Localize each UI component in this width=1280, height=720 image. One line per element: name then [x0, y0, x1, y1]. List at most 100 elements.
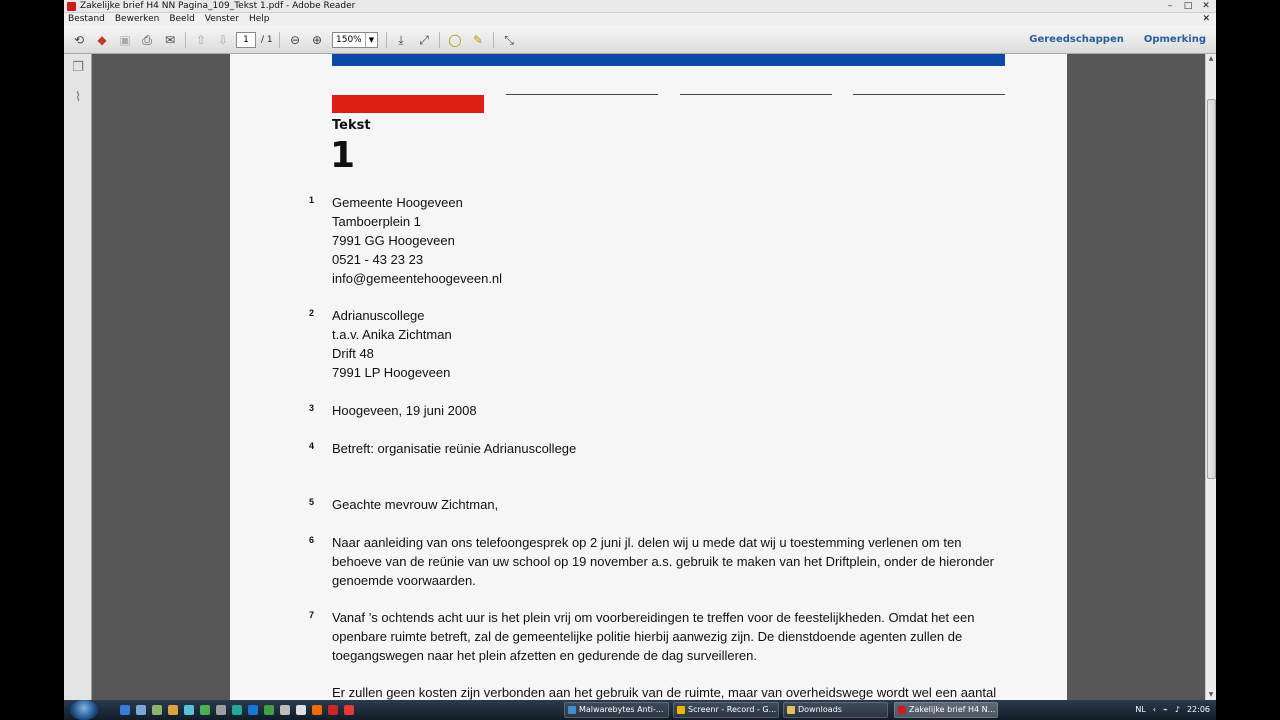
quicklaunch-icon[interactable]	[312, 705, 322, 715]
quicklaunch-icon[interactable]	[280, 705, 290, 715]
tray-expand-icon[interactable]: ‹	[1153, 700, 1156, 720]
section-number: 1	[309, 195, 315, 205]
next-page-icon[interactable]: ⇩	[214, 31, 232, 49]
menu-bestand[interactable]: Bestand	[68, 13, 105, 26]
navigation-panel: ❐ ⌇	[64, 54, 92, 700]
save-icon[interactable]: ▣	[116, 31, 134, 49]
scroll-down-icon[interactable]: ▼	[1206, 690, 1216, 700]
expand-icon[interactable]: ⤡	[500, 31, 518, 49]
recipient-line: Adrianuscollege	[332, 308, 425, 323]
page-total: / 1	[261, 35, 273, 45]
window-title: Zakelijke brief H4 NN Pagina_109_Tekst 1…	[80, 1, 356, 11]
quicklaunch-icon[interactable]	[120, 705, 130, 715]
sender-line: 0521 - 43 23 23	[332, 252, 424, 267]
print-icon[interactable]: ⎙	[138, 31, 156, 49]
export-pdf-icon[interactable]: ◆	[93, 31, 111, 49]
adobe-reader-icon	[67, 2, 76, 11]
volume-icon[interactable]: ♪	[1175, 700, 1180, 720]
menu-help[interactable]: Help	[249, 13, 270, 26]
body-line: Er zullen geen kosten zijn verbonden aan…	[332, 685, 997, 700]
quicklaunch-icon[interactable]	[328, 705, 338, 715]
taskbar: Malwarebytes Anti-... Screenr - Record -…	[64, 700, 1216, 720]
quicklaunch-icon[interactable]	[184, 705, 194, 715]
pages-icon[interactable]: ❐	[70, 60, 86, 76]
quicklaunch-icon[interactable]	[136, 705, 146, 715]
create-pdf-icon[interactable]: ⟲	[70, 31, 88, 49]
title-bar: Zakelijke brief H4 NN Pagina_109_Tekst 1…	[64, 0, 1216, 13]
attachments-icon[interactable]: ⌇	[70, 90, 86, 106]
comment-icon[interactable]: ◯	[446, 31, 464, 49]
close-window-button[interactable]: ✕	[1200, 1, 1212, 11]
toolbar-divider	[493, 32, 494, 48]
zoom-in-icon[interactable]: ⊕	[308, 31, 326, 49]
quicklaunch-icon[interactable]	[200, 705, 210, 715]
folder-icon	[787, 706, 795, 714]
quicklaunch-icon[interactable]	[248, 705, 258, 715]
chevron-down-icon[interactable]: ▼	[365, 33, 377, 47]
taskbar-item-adobe-reader[interactable]: Zakelijke brief H4 N...	[894, 702, 998, 718]
text-label: Tekst	[332, 118, 371, 133]
taskbar-item-downloads[interactable]: Downloads	[783, 702, 888, 718]
quicklaunch-icon[interactable]	[264, 705, 274, 715]
fit-page-icon[interactable]: ⤓	[392, 31, 410, 49]
opmerking-button[interactable]: Opmerking	[1144, 26, 1206, 54]
quicklaunch-icon[interactable]	[168, 705, 178, 715]
gereedschappen-button[interactable]: Gereedschappen	[1029, 26, 1124, 54]
vertical-scrollbar[interactable]: ▲ ▼	[1205, 54, 1216, 700]
highlight-icon[interactable]: ✎	[469, 31, 487, 49]
header-rule	[853, 94, 1005, 95]
menu-bewerken[interactable]: Bewerken	[115, 13, 159, 26]
clock[interactable]: 22:06	[1187, 700, 1210, 720]
close-document-button[interactable]: ✕	[1202, 13, 1210, 26]
menu-beeld[interactable]: Beeld	[169, 13, 194, 26]
menu-bar: Bestand Bewerken Beeld Venster Help ✕	[64, 13, 1216, 26]
sender-line: Gemeente Hoogeveen	[332, 195, 463, 210]
quicklaunch-icon[interactable]	[152, 705, 162, 715]
toolbar-divider	[439, 32, 440, 48]
email-icon[interactable]: ✉	[161, 31, 179, 49]
body-line: behoeve van de reünie van uw school op 1…	[332, 554, 994, 569]
zoom-select[interactable]: 150% ▼	[332, 32, 378, 48]
toolbar: ⟲ ◆ ▣ ⎙ ✉ ⇧ ⇩ 1 / 1 ⊖ ⊕ 150% ▼ ⤓ ⤢ ◯ ✎ ⤡ …	[64, 26, 1216, 54]
toolbar-divider	[185, 32, 186, 48]
section-number: 2	[309, 308, 315, 318]
minimize-button[interactable]: –	[1164, 1, 1176, 11]
malwarebytes-icon	[568, 706, 576, 714]
window-controls: – □ ✕	[1164, 1, 1212, 11]
section-number: 3	[309, 403, 315, 413]
section-number: 5	[309, 497, 315, 507]
start-button[interactable]	[70, 700, 98, 720]
quicklaunch-icon[interactable]	[216, 705, 226, 715]
sender-line: 7991 GG Hoogeveen	[332, 233, 455, 248]
network-icon[interactable]: ⌁	[1163, 700, 1168, 720]
quicklaunch-icon[interactable]	[296, 705, 306, 715]
quicklaunch-icon[interactable]	[344, 705, 354, 715]
document-view[interactable]: Tekst 1 1 Gemeente Hoogeveen Tamboerplei…	[92, 54, 1205, 700]
body-line: genoemde voorwaarden.	[332, 573, 476, 588]
subject-line: Betreft: organisatie reünie Adrianuscoll…	[332, 441, 577, 456]
scroll-up-icon[interactable]: ▲	[1206, 54, 1216, 64]
toolbar-divider	[386, 32, 387, 48]
header-red-bar	[332, 95, 484, 113]
previous-page-icon[interactable]: ⇧	[192, 31, 210, 49]
salutation-line: Geachte mevrouw Zichtman,	[332, 497, 499, 512]
header-rule	[680, 94, 832, 95]
section-number: 6	[309, 535, 315, 545]
body-line: toegangswegen naar het plein afzetten en…	[332, 648, 757, 663]
language-indicator[interactable]: NL	[1135, 700, 1145, 720]
quicklaunch-icon[interactable]	[232, 705, 242, 715]
page-number-input[interactable]: 1	[236, 32, 256, 48]
pdf-page: Tekst 1 1 Gemeente Hoogeveen Tamboerplei…	[230, 54, 1067, 700]
taskbar-item-malwarebytes[interactable]: Malwarebytes Anti-...	[564, 702, 669, 718]
sender-line: info@gemeentehoogeveen.nl	[332, 271, 503, 286]
system-tray: NL ‹ ⌁ ♪ 22:06	[1135, 700, 1210, 720]
taskbar-item-screenr[interactable]: Screenr - Record - G...	[673, 702, 779, 718]
zoom-out-icon[interactable]: ⊖	[286, 31, 304, 49]
body-line: Naar aanleiding van ons telefoongesprek …	[332, 535, 962, 550]
section-number: 7	[309, 610, 315, 620]
fit-width-icon[interactable]: ⤢	[415, 31, 433, 49]
recipient-line: Drift 48	[332, 346, 374, 361]
maximize-button[interactable]: □	[1182, 1, 1194, 11]
scrollbar-thumb[interactable]	[1207, 99, 1216, 479]
menu-venster[interactable]: Venster	[205, 13, 239, 26]
